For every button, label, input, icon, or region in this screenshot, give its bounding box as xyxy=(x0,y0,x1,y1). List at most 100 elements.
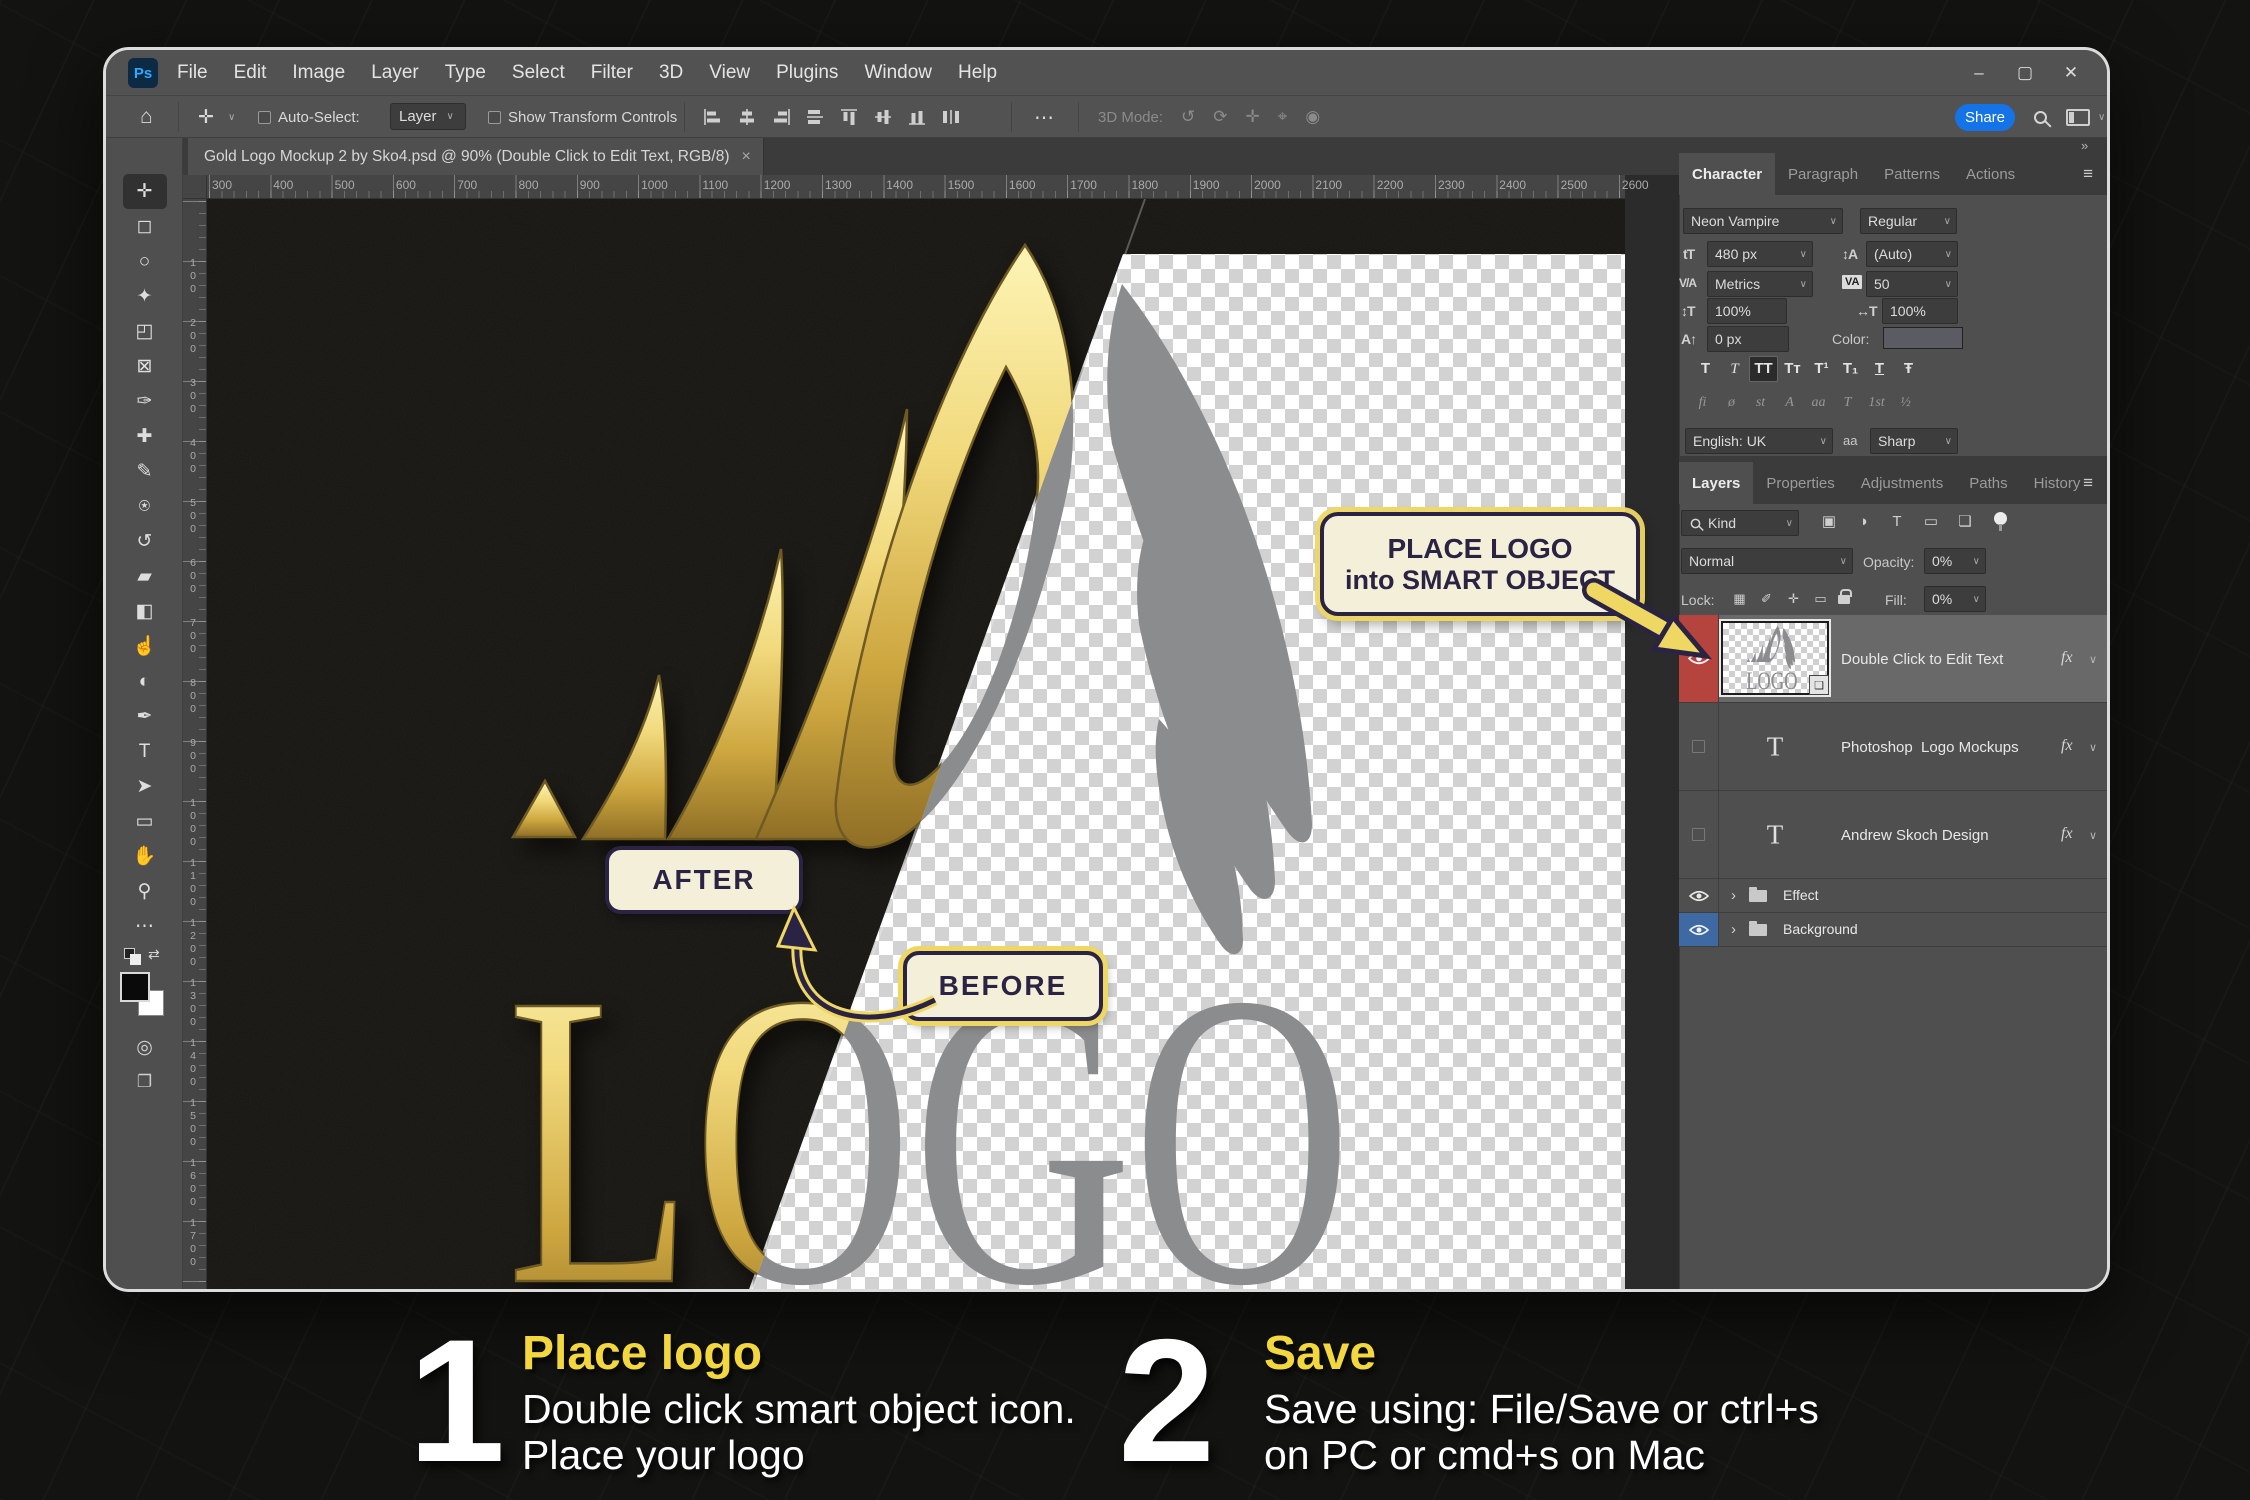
layer-name[interactable]: Photoshop Logo Mockups xyxy=(1841,739,2019,756)
eye-icon[interactable] xyxy=(1689,890,1709,902)
panel-overflow-icon[interactable]: » xyxy=(2081,138,2088,153)
panel-menu-icon[interactable]: ≡ xyxy=(2083,153,2093,195)
crop-tool[interactable]: ◰ xyxy=(123,314,167,349)
menu-window[interactable]: Window xyxy=(851,62,945,84)
fractions-button[interactable]: ½ xyxy=(1891,392,1920,414)
visibility-column[interactable] xyxy=(1679,913,1719,946)
fx-chevron-icon[interactable]: ∨ xyxy=(2089,829,2097,842)
layer-fx-label[interactable]: fx xyxy=(2061,649,2073,667)
tab-actions[interactable]: Actions xyxy=(1953,153,2028,195)
eye-icon[interactable] xyxy=(1688,652,1710,665)
tab-paths[interactable]: Paths xyxy=(1956,462,2020,504)
share-button[interactable]: Share xyxy=(1955,104,2015,131)
all-caps-button[interactable]: TT xyxy=(1749,356,1778,382)
chevron-down-icon[interactable]: ∨ xyxy=(228,96,235,138)
more-options-icon[interactable]: ⋯ xyxy=(1034,96,1054,138)
lasso-tool[interactable]: ○ xyxy=(123,244,167,279)
foreground-color-swatch[interactable] xyxy=(120,972,150,1002)
filter-toggle-icon[interactable] xyxy=(1994,512,2007,525)
brush-tool[interactable]: ✎ xyxy=(123,454,167,489)
pen-tool[interactable]: ✒ xyxy=(123,699,167,734)
move-tool[interactable]: ✛ xyxy=(123,174,167,209)
align-bottom-icon[interactable] xyxy=(908,109,926,125)
menu-3d[interactable]: 3D xyxy=(646,62,696,84)
group-name[interactable]: Background xyxy=(1783,921,1858,937)
3d-camera-icon[interactable]: ◉ xyxy=(1305,107,1320,127)
faux-italic-button[interactable]: T xyxy=(1720,357,1749,381)
tab-adjustments[interactable]: Adjustments xyxy=(1848,462,1957,504)
menu-view[interactable]: View xyxy=(696,62,763,84)
smudge-tool[interactable]: ☝ xyxy=(123,629,167,664)
stylistic-alternates-button[interactable]: aa xyxy=(1804,392,1833,414)
show-transform-checkbox[interactable]: Show Transform Controls xyxy=(488,96,677,138)
visibility-column[interactable] xyxy=(1679,615,1719,702)
layer-row-type-2[interactable]: T Andrew Skoch Design fx ∨ xyxy=(1679,791,2107,879)
subscript-button[interactable]: T₁ xyxy=(1836,357,1865,381)
lock-transparency-icon[interactable]: ▦ xyxy=(1726,591,1753,607)
foreground-background-swatches[interactable] xyxy=(118,972,174,1024)
strikethrough-button[interactable]: Ŧ xyxy=(1894,357,1923,381)
faux-bold-button[interactable]: T xyxy=(1691,357,1720,381)
menu-type[interactable]: Type xyxy=(432,62,499,84)
quick-selection-tool[interactable]: ✦ xyxy=(123,279,167,314)
filter-shape-layers-icon[interactable]: ▭ xyxy=(1914,512,1948,530)
move-tool-preset-icon[interactable]: ✛ xyxy=(198,96,214,138)
tab-patterns[interactable]: Patterns xyxy=(1871,153,1953,195)
layer-row-smart-object[interactable]: ❑ Double Click to Edit Text fx ∨ xyxy=(1679,615,2107,703)
3d-roll-icon[interactable]: ⟳ xyxy=(1213,107,1227,127)
document-tab[interactable]: Gold Logo Mockup 2 by Sko4.psd @ 90% (Do… xyxy=(188,138,764,175)
eraser-tool[interactable]: ▰ xyxy=(123,559,167,594)
healing-brush-tool[interactable]: ✚ xyxy=(123,419,167,454)
fill-field[interactable]: 0%∨ xyxy=(1924,586,1986,612)
vertical-scale-field[interactable]: 100% xyxy=(1707,298,1787,324)
align-right-icon[interactable] xyxy=(772,109,790,125)
group-chevron-icon[interactable]: › xyxy=(1731,921,1736,938)
layer-thumbnail[interactable]: ❑ xyxy=(1721,621,1829,695)
kerning-field[interactable]: Metrics∨ xyxy=(1707,271,1813,297)
visibility-empty-icon[interactable] xyxy=(1692,828,1705,841)
zoom-tool[interactable]: ⚲ xyxy=(123,874,167,909)
layer-name[interactable]: Double Click to Edit Text xyxy=(1841,651,2003,668)
text-color-swatch[interactable] xyxy=(1883,327,1963,349)
layer-filter-dropdown[interactable]: Kind∨ xyxy=(1681,510,1799,536)
visibility-empty-icon[interactable] xyxy=(1692,740,1705,753)
align-center-horizontal-icon[interactable] xyxy=(738,109,756,125)
maximize-button[interactable]: ▢ xyxy=(2010,63,2040,83)
3d-orbit-icon[interactable]: ↺ xyxy=(1181,107,1195,127)
quick-mask-button[interactable]: ◎ xyxy=(106,1036,183,1059)
swash-button[interactable]: A xyxy=(1775,392,1804,414)
tab-properties[interactable]: Properties xyxy=(1753,462,1847,504)
lock-all-icon[interactable] xyxy=(1838,595,1850,604)
opacity-field[interactable]: 0%∨ xyxy=(1924,548,1986,574)
font-style-dropdown[interactable]: Regular∨ xyxy=(1860,208,1957,234)
fx-chevron-icon[interactable]: ∨ xyxy=(2089,741,2097,754)
tab-paragraph[interactable]: Paragraph xyxy=(1775,153,1871,195)
align-top-icon[interactable] xyxy=(840,109,858,125)
layer-row-type-1[interactable]: T Photoshop Logo Mockups fx ∨ xyxy=(1679,703,2107,791)
edit-toolbar-icon[interactable]: ⋯ xyxy=(123,909,167,944)
tracking-field[interactable]: 50∨ xyxy=(1866,271,1958,297)
type-tool[interactable]: T xyxy=(123,734,167,769)
ordinals-button[interactable]: 1st xyxy=(1862,392,1891,414)
tab-layers[interactable]: Layers xyxy=(1679,462,1753,504)
group-chevron-icon[interactable]: › xyxy=(1731,887,1736,904)
group-name[interactable]: Effect xyxy=(1783,887,1819,903)
font-size-field[interactable]: 480 px∨ xyxy=(1707,241,1813,267)
home-icon[interactable]: ⌂ xyxy=(140,96,153,138)
clone-stamp-tool[interactable]: ⍟ xyxy=(123,489,167,524)
language-dropdown[interactable]: English: UK∨ xyxy=(1685,428,1833,454)
minimize-button[interactable]: – xyxy=(1964,63,1994,83)
3d-slide-icon[interactable]: ⌖ xyxy=(1278,107,1288,127)
contextual-alternates-button[interactable]: ø xyxy=(1717,392,1746,414)
lock-pixels-icon[interactable]: ✐ xyxy=(1753,591,1780,607)
visibility-column[interactable] xyxy=(1679,879,1719,912)
workspace-icon[interactable] xyxy=(2066,96,2090,138)
menu-filter[interactable]: Filter xyxy=(578,62,646,84)
eyedropper-tool[interactable]: ✑ xyxy=(123,384,167,419)
superscript-button[interactable]: T¹ xyxy=(1807,357,1836,381)
auto-select-checkbox[interactable]: Auto-Select: xyxy=(258,96,360,138)
small-caps-button[interactable]: Tᴛ xyxy=(1778,357,1807,381)
menu-layer[interactable]: Layer xyxy=(358,62,432,84)
tab-close-icon[interactable]: × xyxy=(741,148,750,166)
close-button[interactable]: ✕ xyxy=(2056,63,2086,83)
